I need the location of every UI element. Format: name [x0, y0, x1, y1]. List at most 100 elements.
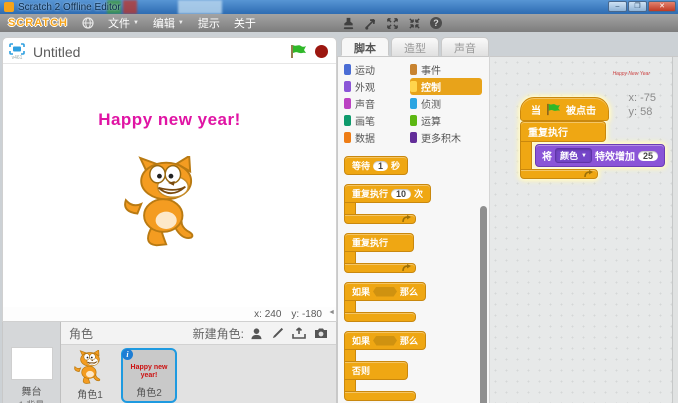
green-flag-button[interactable] — [290, 44, 307, 59]
when-green-flag-clicked-block[interactable]: 当 被点击 — [520, 97, 609, 121]
effect-value-input[interactable]: 25 — [638, 151, 658, 161]
language-globe-icon[interactable] — [82, 17, 94, 29]
delete-icon[interactable] — [364, 17, 377, 30]
sprite-library-icon[interactable] — [250, 327, 263, 340]
paint-brush-icon[interactable] — [271, 327, 284, 340]
script-column: Happy New Year x: -75 y: 58 当 被点击 重复执行 — [490, 32, 678, 403]
stage-header: v461 Untitled — [3, 38, 336, 64]
loop-arrow-icon — [401, 264, 411, 272]
loop-arrow-icon — [401, 215, 411, 223]
close-button[interactable]: ✕ — [648, 1, 676, 12]
wait-value[interactable]: 1 — [373, 161, 388, 171]
scripts-workspace[interactable]: Happy New Year x: -75 y: 58 当 被点击 重复执行 — [490, 56, 678, 403]
script-scrollbar[interactable] — [672, 57, 678, 403]
motion-color-swatch — [344, 64, 351, 75]
mouse-x: x: 240 — [254, 309, 281, 320]
stop-sign-icon — [315, 45, 328, 58]
forever-block[interactable]: 重复执行 — [344, 233, 489, 273]
boolean-slot — [373, 287, 397, 297]
shrink-icon[interactable] — [408, 17, 421, 30]
script-stack[interactable]: 当 被点击 重复执行 将 颜色 — [520, 97, 665, 179]
menu-file[interactable]: 文件 ▼ — [108, 15, 139, 31]
stage-panel: v461 Untitled Happy new year! x: 240 — [2, 37, 337, 322]
menu-tips-label: 提示 — [198, 15, 220, 31]
upload-sprite-icon[interactable] — [292, 327, 306, 340]
scratch-logo: SCRATCH — [8, 17, 68, 29]
menu-tips[interactable]: 提示 — [198, 15, 220, 31]
sprite-item-1[interactable]: 角色1 — [67, 348, 113, 401]
sprite-name: 角色1 — [77, 386, 103, 401]
chevron-down-icon: ▼ — [581, 153, 587, 159]
collapse-arrow-icon[interactable]: ◄ — [328, 309, 335, 316]
sound-color-swatch — [344, 98, 351, 109]
category-events[interactable]: 事件 — [410, 61, 490, 78]
sprite-list: 角色1 i Happy new year! 角色2 — [61, 345, 336, 403]
palette-scrollbar[interactable] — [480, 61, 487, 403]
wait-block[interactable]: 等待 1 秒 — [344, 156, 408, 175]
sprite-item-2[interactable]: i Happy new year! 角色2 — [121, 348, 177, 403]
duplicate-stamp-icon[interactable] — [342, 17, 355, 30]
category-motion[interactable]: 运动 — [344, 61, 410, 78]
menu-edit[interactable]: 编辑 ▼ — [153, 15, 184, 31]
category-looks[interactable]: 外观 — [344, 78, 410, 95]
maximize-button[interactable]: ❐ — [628, 1, 647, 12]
stage-text-sprite[interactable]: Happy new year! — [3, 110, 336, 130]
tab-sounds[interactable]: 声音 — [441, 37, 489, 56]
app-icon — [4, 2, 14, 12]
version-label: v461 — [12, 56, 23, 61]
window-title: Scratch 2 Offline Editor — [18, 2, 121, 13]
sprite-info-icon[interactable]: i — [122, 349, 133, 360]
minimize-button[interactable]: – — [608, 1, 627, 12]
stage-thumbnail-column[interactable]: 舞台 1 背景 — [3, 322, 61, 403]
repeat-value[interactable]: 10 — [391, 189, 411, 199]
category-sensing[interactable]: 侦测 — [410, 95, 490, 112]
effect-dropdown[interactable]: 颜色 ▼ — [555, 148, 592, 163]
chevron-down-icon: ▼ — [133, 20, 139, 26]
mouse-y: y: -180 — [291, 309, 322, 320]
category-more-blocks[interactable]: 更多积木 — [410, 129, 490, 146]
menu-about[interactable]: 关于 — [234, 15, 256, 31]
project-title: Untitled — [33, 44, 282, 60]
fullscreen-icon[interactable] — [9, 43, 25, 55]
if-else-block[interactable]: 如果 那么 否则 — [344, 331, 489, 401]
menu-about-label: 关于 — [234, 15, 256, 31]
category-data[interactable]: 数据 — [344, 129, 410, 146]
palette-blocks: 等待 1 秒 重复执行 10 次 — [344, 150, 489, 403]
stage-thumbnail[interactable] — [11, 347, 53, 380]
stage-label: 舞台 — [22, 383, 42, 398]
camera-icon[interactable] — [314, 327, 328, 339]
category-control[interactable]: 控制 — [410, 78, 482, 95]
block-help-icon[interactable]: ? — [430, 17, 442, 29]
category-sound[interactable]: 声音 — [344, 95, 410, 112]
stop-button[interactable] — [315, 45, 328, 58]
wallpaper-blob — [178, 0, 222, 14]
data-color-swatch — [344, 132, 351, 143]
boolean-slot — [373, 336, 397, 346]
main-content: v461 Untitled Happy new year! x: 240 — [0, 32, 678, 403]
tab-scripts[interactable]: 脚本 — [341, 37, 389, 56]
category-pen[interactable]: 画笔 — [344, 112, 410, 129]
category-operators[interactable]: 运算 — [410, 112, 490, 129]
sprite-list-header: 角色 新建角色: — [61, 322, 336, 345]
mouse-coordinates: x: 240 y: -180 ◄ — [3, 307, 336, 321]
sprites-title: 角色 — [69, 325, 193, 342]
looks-color-swatch — [344, 81, 351, 92]
operators-color-swatch — [410, 115, 417, 126]
category-grid: 运动 事件 外观 控制 声音 侦测 画笔 运算 数据 更多积木 — [344, 61, 489, 146]
sprite-panel: 舞台 1 背景 角色 新建角色: — [2, 322, 337, 403]
change-color-effect-block[interactable]: 将 颜色 ▼ 特效增加 25 — [535, 144, 665, 167]
grow-icon[interactable] — [386, 17, 399, 30]
menu-file-label: 文件 — [108, 15, 130, 31]
palette-column: 脚本 造型 声音 运动 事件 外观 控制 声音 侦测 画笔 运算 数据 更多积木 — [337, 32, 490, 403]
repeat-block[interactable]: 重复执行 10 次 — [344, 184, 489, 224]
scrollbar-thumb[interactable] — [480, 206, 487, 403]
cat-thumbnail — [72, 350, 108, 386]
tab-costumes[interactable]: 造型 — [391, 37, 439, 56]
stage-canvas[interactable]: Happy new year! — [3, 64, 336, 307]
events-color-swatch — [410, 64, 417, 75]
loop-arrow-icon — [583, 170, 593, 178]
cat-sprite[interactable] — [118, 156, 214, 252]
toolbar: ? — [342, 14, 442, 32]
if-block[interactable]: 如果 那么 — [344, 282, 489, 322]
forever-block[interactable]: 重复执行 将 颜色 ▼ 特效增加 — [520, 121, 665, 179]
